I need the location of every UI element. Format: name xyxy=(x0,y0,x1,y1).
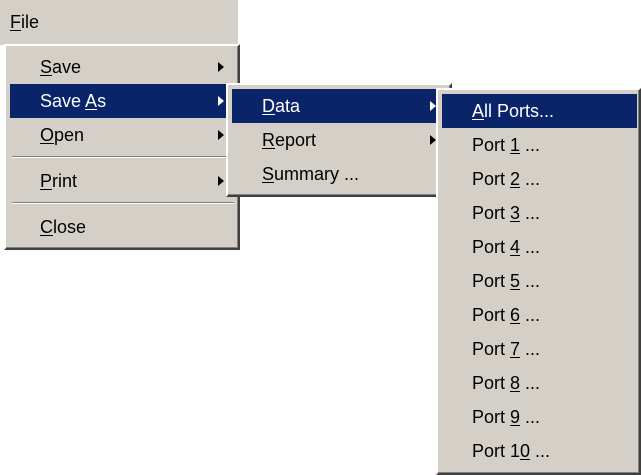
menu-label-post: ... xyxy=(520,373,541,393)
menu-item-port-8[interactable]: Port 8 ... xyxy=(442,366,637,400)
menu-label-post: s xyxy=(97,91,107,111)
accelerator-key: O xyxy=(40,125,55,145)
menu-item-port-6[interactable]: Port 6 ... xyxy=(442,298,637,332)
accelerator-key: 6 xyxy=(510,305,521,325)
accelerator-key: 0 xyxy=(520,441,531,461)
menu-bar: File xyxy=(0,0,238,45)
menu-item-open[interactable]: Open xyxy=(10,118,236,152)
menu-item-save[interactable]: Save xyxy=(10,50,236,84)
menu-label-pre: Port 1 xyxy=(472,441,521,461)
menu-item-save-as[interactable]: Save As xyxy=(10,84,236,118)
menu-label-post: ... xyxy=(520,305,541,325)
menu-label-post: ... xyxy=(520,135,541,155)
menu-label-post: pen xyxy=(54,125,85,145)
accelerator-key: S xyxy=(262,164,275,184)
submenu-arrow-icon xyxy=(218,96,224,106)
data-submenu: All Ports... Port 1 ... Port 2 ... Port … xyxy=(436,88,641,475)
menu-label-post: ata xyxy=(275,96,301,116)
accelerator-key: F xyxy=(10,12,21,32)
menu-item-port-3[interactable]: Port 3 ... xyxy=(442,196,637,230)
menu-item-port-4[interactable]: Port 4 ... xyxy=(442,230,637,264)
menu-item-report[interactable]: Report xyxy=(232,123,448,157)
menu-label-post: ... xyxy=(520,339,541,359)
menu-label-pre: Port xyxy=(472,407,511,427)
menu-label-post: ave xyxy=(52,57,82,77)
menu-label-pre: Port xyxy=(472,237,511,257)
menu-label-post: ... xyxy=(520,237,541,257)
menu-label-post: ... xyxy=(520,169,541,189)
menubar-item-file[interactable]: File xyxy=(10,11,39,33)
accelerator-key: 1 xyxy=(510,135,521,155)
menu-label-pre: Port xyxy=(472,169,511,189)
menu-item-port-10[interactable]: Port 10 ... xyxy=(442,434,637,468)
menu-item-summary[interactable]: Summary ... xyxy=(232,157,448,191)
accelerator-key: C xyxy=(40,217,53,237)
accelerator-key: S xyxy=(40,57,53,77)
menu-label-post: ... xyxy=(530,441,551,461)
menu-label-pre: Port xyxy=(472,135,511,155)
accelerator-key: 2 xyxy=(510,169,521,189)
accelerator-key: 7 xyxy=(510,339,521,359)
accelerator-key: R xyxy=(262,130,275,150)
menu-item-close[interactable]: Close xyxy=(10,210,236,244)
menu-label-post: lose xyxy=(53,217,87,237)
menu-item-port-1[interactable]: Port 1 ... xyxy=(442,128,637,162)
save-as-submenu: Data Report Summary ... xyxy=(226,83,452,197)
menu-label-post: ummary ... xyxy=(274,164,360,184)
accelerator-key: A xyxy=(85,91,98,111)
accelerator-key: 8 xyxy=(510,373,521,393)
menu-label-post: ll Ports... xyxy=(484,101,555,121)
accelerator-key: 9 xyxy=(510,407,521,427)
menu-label-post: ... xyxy=(520,407,541,427)
submenu-arrow-icon xyxy=(218,130,224,140)
accelerator-key: A xyxy=(472,101,485,121)
accelerator-key: P xyxy=(40,171,53,191)
menu-item-data[interactable]: Data xyxy=(232,89,448,123)
menu-separator xyxy=(12,156,234,158)
menu-label-post: eport xyxy=(275,130,317,150)
accelerator-key: D xyxy=(262,96,275,116)
menu-label-post: ... xyxy=(520,271,541,291)
menu-separator xyxy=(12,202,234,204)
menu-label-pre: Port xyxy=(472,203,511,223)
menu-label-post: ile xyxy=(21,12,40,32)
menu-item-port-9[interactable]: Port 9 ... xyxy=(442,400,637,434)
menu-item-print[interactable]: Print xyxy=(10,164,236,198)
menu-item-port-7[interactable]: Port 7 ... xyxy=(442,332,637,366)
file-menu: Save Save As Open Print Close xyxy=(4,44,240,250)
accelerator-key: 5 xyxy=(510,271,521,291)
menu-label-post: ... xyxy=(520,203,541,223)
menu-label-pre: Port xyxy=(472,339,511,359)
accelerator-key: 3 xyxy=(510,203,521,223)
submenu-arrow-icon xyxy=(218,176,224,186)
menu-label-pre: Port xyxy=(472,305,511,325)
menu-item-port-2[interactable]: Port 2 ... xyxy=(442,162,637,196)
menu-item-all-ports[interactable]: All Ports... xyxy=(442,94,637,128)
accelerator-key: 4 xyxy=(510,237,521,257)
menu-label-post: rint xyxy=(52,171,78,191)
menu-item-port-5[interactable]: Port 5 ... xyxy=(442,264,637,298)
menu-label-pre: Save xyxy=(40,91,86,111)
menu-label-pre: Port xyxy=(472,373,511,393)
menu-label-pre: Port xyxy=(472,271,511,291)
submenu-arrow-icon xyxy=(218,62,224,72)
